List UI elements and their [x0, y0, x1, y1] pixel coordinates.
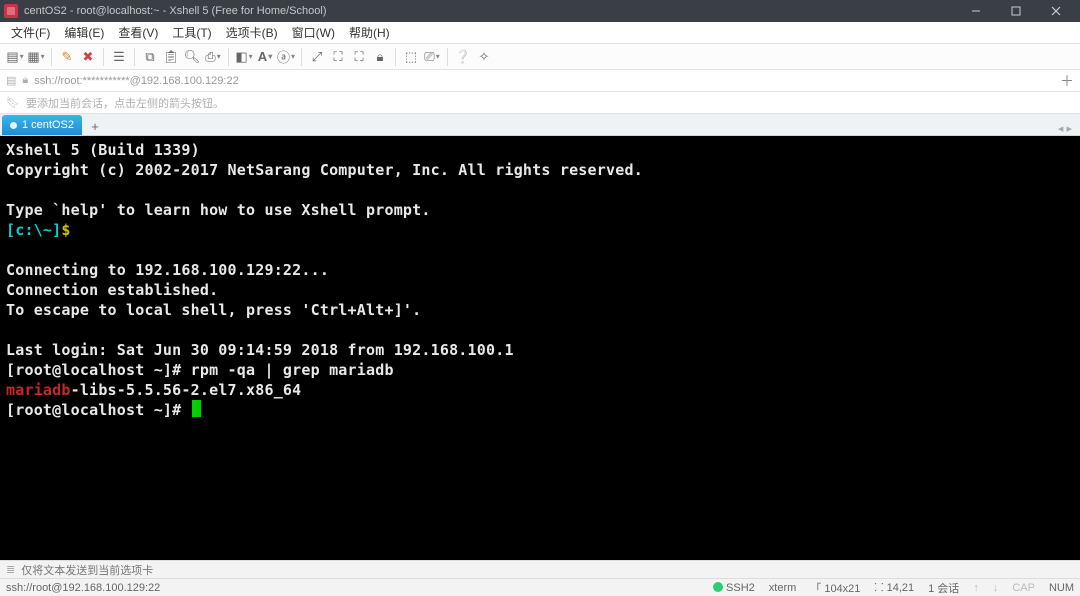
grep-rest: -libs-5.5.56-2.el7.x86_64 — [71, 381, 302, 399]
tab-label: 1 centOS2 — [22, 119, 74, 131]
menu-view[interactable]: 查看(V) — [111, 24, 165, 41]
term-line: Connection established. — [6, 281, 218, 299]
new-session-icon[interactable]: ▤▾ — [6, 48, 24, 66]
add-tab-button[interactable]: + — [86, 117, 104, 135]
color-scheme-icon[interactable]: ◧▾ — [235, 48, 253, 66]
hint-text: 要添加当前会话，点击左侧的箭头按钮。 — [26, 95, 224, 111]
menu-edit[interactable]: 编辑(E) — [57, 24, 111, 41]
encoding-icon[interactable]: ⓐ▾ — [277, 48, 295, 66]
help-icon[interactable]: ❔ — [454, 48, 472, 66]
status-num: NUM — [1049, 582, 1074, 594]
hint-bar: 🔖︎ 要添加当前会话，点击左侧的箭头按钮。 — [0, 92, 1080, 114]
status-url: ssh://root@192.168.100.129:22 — [6, 582, 160, 594]
term-line: Xshell 5 (Build 1339) — [6, 141, 200, 159]
status-bar: ssh://root@192.168.100.129:22 SSH2 xterm… — [0, 578, 1080, 596]
send-mode-icon[interactable]: ≣ — [6, 563, 15, 576]
tab-status-icon — [10, 122, 17, 129]
term-line: Type `help' to learn how to use Xshell p… — [6, 201, 431, 219]
status-size: 「 104x21 — [810, 580, 860, 596]
bookmark-icon[interactable]: 🔖︎ — [6, 96, 20, 109]
prompt-path: [c:\~] — [6, 221, 61, 239]
status-cap: CAP — [1012, 582, 1035, 594]
separator — [395, 48, 396, 66]
separator — [134, 48, 135, 66]
protocol-lock-icon: ▤ — [6, 74, 16, 87]
address-bar: ▤ 🔒︎ ssh://root:***********@192.168.100.… — [0, 70, 1080, 92]
session-tab[interactable]: 1 centOS2 — [2, 115, 82, 135]
status-cursor-pos: ⸬ 14,21 — [874, 580, 914, 595]
about-icon[interactable]: ✧ — [475, 48, 493, 66]
lock-icon: 🔒︎ — [22, 74, 28, 87]
traffic-up-icon: ↑ — [973, 582, 979, 594]
fullscreen-icon[interactable]: ⛶ — [350, 48, 368, 66]
menu-file[interactable]: 文件(F) — [4, 24, 57, 41]
term-line: Connecting to 192.168.100.129:22... — [6, 261, 329, 279]
properties-icon[interactable]: ☰ — [110, 48, 128, 66]
status-term-type: xterm — [769, 582, 797, 594]
prompt-dollar: $ — [61, 221, 70, 239]
status-sessions: 1 会话 — [928, 580, 959, 596]
status-ssh: SSH2 — [713, 582, 755, 594]
send-mode-bar: ≣ 仅将文本发送到当前选项卡 — [0, 560, 1080, 578]
clear-screen-icon[interactable]: ⛶ — [329, 48, 347, 66]
grep-match: mariadb — [6, 381, 71, 399]
transfer-icon[interactable]: ⬚ — [402, 48, 420, 66]
term-line: [root@localhost ~]# rpm -qa | grep maria… — [6, 361, 394, 379]
prompt-line: [root@localhost ~]# — [6, 401, 191, 419]
paste-icon[interactable]: 📋︎ — [162, 48, 180, 66]
separator — [301, 48, 302, 66]
menu-tools[interactable]: 工具(T) — [165, 24, 218, 41]
session-url[interactable]: ssh://root:***********@192.168.100.129:2… — [34, 75, 238, 87]
toolbar: ▤▾ ▦▾ ✎ ✖ ☰ ⧉ 📋︎ 🔍︎ ⎙▾ ◧▾ A▾ ⓐ▾ ⤢ ⛶ ⛶ 🔒︎… — [0, 44, 1080, 70]
window-title: centOS2 - root@localhost:~ - Xshell 5 (F… — [24, 5, 956, 17]
separator — [103, 48, 104, 66]
open-session-icon[interactable]: ▦▾ — [27, 48, 45, 66]
menu-bar: 文件(F) 编辑(E) 查看(V) 工具(T) 选项卡(B) 窗口(W) 帮助(… — [0, 22, 1080, 44]
font-icon[interactable]: A▾ — [256, 48, 274, 66]
add-session-button[interactable]: ＋ — [1060, 71, 1074, 91]
script-icon[interactable]: ⎚▾ — [423, 48, 441, 66]
print-icon[interactable]: ⎙▾ — [204, 48, 222, 66]
menu-help[interactable]: 帮助(H) — [342, 24, 397, 41]
menu-tab[interactable]: 选项卡(B) — [219, 24, 285, 41]
terminal-cursor — [192, 400, 201, 417]
terminal-view[interactable]: Xshell 5 (Build 1339) Copyright (c) 2002… — [0, 136, 1080, 560]
maximize-button[interactable] — [996, 0, 1036, 22]
minimize-button[interactable] — [956, 0, 996, 22]
find-icon[interactable]: 🔍︎ — [183, 48, 201, 66]
app-icon — [4, 4, 18, 18]
menu-window[interactable]: 窗口(W) — [285, 24, 342, 41]
separator — [51, 48, 52, 66]
term-line: Copyright (c) 2002-2017 NetSarang Comput… — [6, 161, 643, 179]
separator — [228, 48, 229, 66]
window-titlebar: centOS2 - root@localhost:~ - Xshell 5 (F… — [0, 0, 1080, 22]
send-mode-text: 仅将文本发送到当前选项卡 — [21, 562, 153, 578]
term-line: Last login: Sat Jun 30 09:14:59 2018 fro… — [6, 341, 514, 359]
traffic-down-icon: ↓ — [993, 582, 999, 594]
reconnect-icon[interactable]: ✎ — [58, 48, 76, 66]
tab-nav-arrows[interactable]: ◂ ▸ — [1052, 122, 1078, 135]
separator — [447, 48, 448, 66]
close-button[interactable] — [1036, 0, 1076, 22]
tab-strip: 1 centOS2 + ◂ ▸ — [0, 114, 1080, 136]
lock-scroll-icon[interactable]: ⤢ — [308, 48, 326, 66]
term-line: To escape to local shell, press 'Ctrl+Al… — [6, 301, 421, 319]
lock-icon[interactable]: 🔒︎ — [371, 48, 389, 66]
copy-icon[interactable]: ⧉ — [141, 48, 159, 66]
connected-icon — [713, 582, 723, 592]
disconnect-icon[interactable]: ✖ — [79, 48, 97, 66]
